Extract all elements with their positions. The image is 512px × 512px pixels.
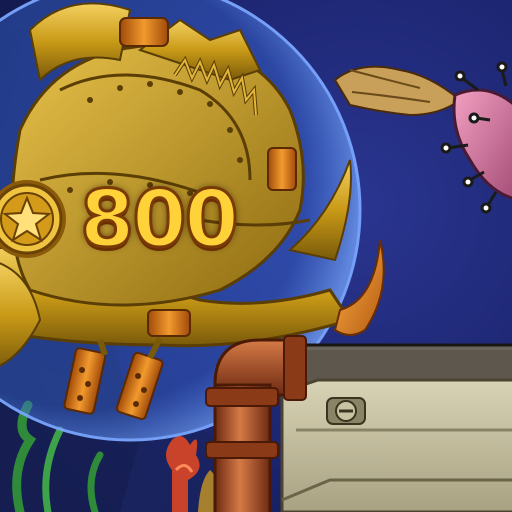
reward-value: 800	[79, 174, 241, 267]
screw-icon	[326, 397, 366, 425]
star-coin-icon	[0, 180, 66, 258]
reward-badge: 800	[0, 168, 260, 278]
